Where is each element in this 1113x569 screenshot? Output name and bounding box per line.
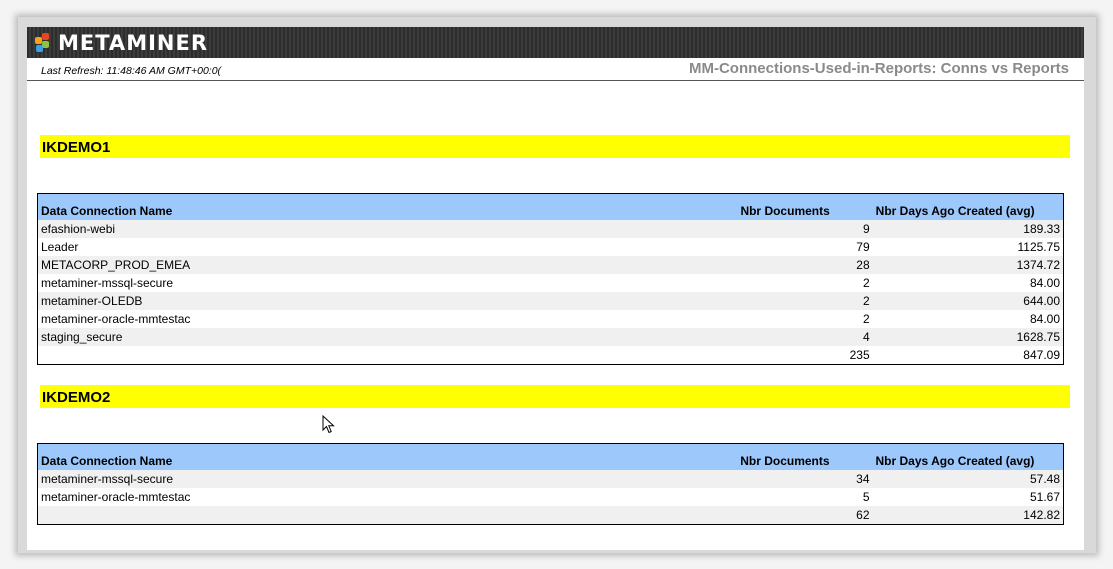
- report-info-bar: Last Refresh: 11:48:46 AM GMT+00:0( MM-C…: [27, 58, 1084, 81]
- cell-docs: 79: [737, 238, 873, 256]
- brand-name: METAMINER: [58, 31, 208, 55]
- last-refresh-text: Last Refresh: 11:48:46 AM GMT+00:0(: [41, 65, 222, 77]
- brand-banner: METAMINER: [27, 27, 1084, 58]
- total-days: 847.09: [872, 346, 1064, 365]
- metaminer-logo-icon: [35, 33, 55, 53]
- section-header: IKDEMO1: [40, 135, 1070, 158]
- cell-name: metaminer-OLEDB: [37, 292, 738, 310]
- table-row: efashion-webi 9 189.33: [37, 220, 1064, 238]
- cell-docs: 9: [737, 220, 873, 238]
- table-row: Leader 79 1125.75: [37, 238, 1064, 256]
- cell-docs: 34: [737, 470, 873, 488]
- cell-docs: 5: [737, 488, 873, 506]
- total-row: 235 847.09: [37, 346, 1064, 365]
- total-docs: 235: [737, 346, 873, 365]
- cell-docs: 2: [737, 292, 873, 310]
- cell-docs: 4: [737, 328, 873, 346]
- cell-days: 57.48: [872, 470, 1064, 488]
- cell-name: efashion-webi: [37, 220, 738, 238]
- cell-name: Leader: [37, 238, 738, 256]
- section-title: IKDEMO2: [42, 389, 111, 406]
- cell-docs: 28: [737, 256, 873, 274]
- cell-docs: 2: [737, 274, 873, 292]
- column-header-days[interactable]: Nbr Days Ago Created (avg): [872, 443, 1064, 470]
- cell-name: [37, 346, 738, 365]
- table-header-row: Data Connection Name Nbr Documents Nbr D…: [37, 443, 1064, 470]
- connections-table: Data Connection Name Nbr Documents Nbr D…: [37, 193, 1064, 365]
- section-title: IKDEMO1: [42, 139, 111, 156]
- cell-days: 84.00: [872, 310, 1064, 328]
- column-header-name[interactable]: Data Connection Name: [37, 443, 738, 470]
- cell-name: metaminer-mssql-secure: [37, 470, 738, 488]
- cell-days: 51.67: [872, 488, 1064, 506]
- mouse-pointer-icon: [322, 415, 335, 434]
- report-page: METAMINER Last Refresh: 11:48:46 AM GMT+…: [27, 27, 1084, 550]
- table-row: METACORP_PROD_EMEA 28 1374.72: [37, 256, 1064, 274]
- table-row: metaminer-mssql-secure 2 84.00: [37, 274, 1064, 292]
- total-docs: 62: [737, 506, 873, 525]
- cell-name: METACORP_PROD_EMEA: [37, 256, 738, 274]
- cell-days: 1374.72: [872, 256, 1064, 274]
- table-row: metaminer-mssql-secure 34 57.48: [37, 470, 1064, 488]
- total-days: 142.82: [872, 506, 1064, 525]
- column-header-days[interactable]: Nbr Days Ago Created (avg): [872, 193, 1064, 220]
- table-row: metaminer-oracle-mmtestac 5 51.67: [37, 488, 1064, 506]
- table-row: metaminer-OLEDB 2 644.00: [37, 292, 1064, 310]
- section-header: IKDEMO2: [40, 385, 1070, 408]
- table-row: staging_secure 4 1628.75: [37, 328, 1064, 346]
- total-row: 62 142.82: [37, 506, 1064, 525]
- column-header-docs[interactable]: Nbr Documents: [737, 193, 873, 220]
- table-row: metaminer-oracle-mmtestac 2 84.00: [37, 310, 1064, 328]
- table-header-row: Data Connection Name Nbr Documents Nbr D…: [37, 193, 1064, 220]
- column-header-docs[interactable]: Nbr Documents: [737, 443, 873, 470]
- cell-name: metaminer-mssql-secure: [37, 274, 738, 292]
- cell-docs: 2: [737, 310, 873, 328]
- cell-days: 1628.75: [872, 328, 1064, 346]
- metaminer-logo: METAMINER: [35, 31, 208, 55]
- cell-name: staging_secure: [37, 328, 738, 346]
- cell-days: 644.00: [872, 292, 1064, 310]
- connections-table: Data Connection Name Nbr Documents Nbr D…: [37, 443, 1064, 525]
- cell-name: metaminer-oracle-mmtestac: [37, 488, 738, 506]
- cell-name: metaminer-oracle-mmtestac: [37, 310, 738, 328]
- cell-days: 1125.75: [872, 238, 1064, 256]
- cell-name: [37, 506, 738, 525]
- cell-days: 84.00: [872, 274, 1064, 292]
- report-title: MM-Connections-Used-in-Reports: Conns vs…: [688, 60, 1069, 77]
- cell-days: 189.33: [872, 220, 1064, 238]
- column-header-name[interactable]: Data Connection Name: [37, 193, 738, 220]
